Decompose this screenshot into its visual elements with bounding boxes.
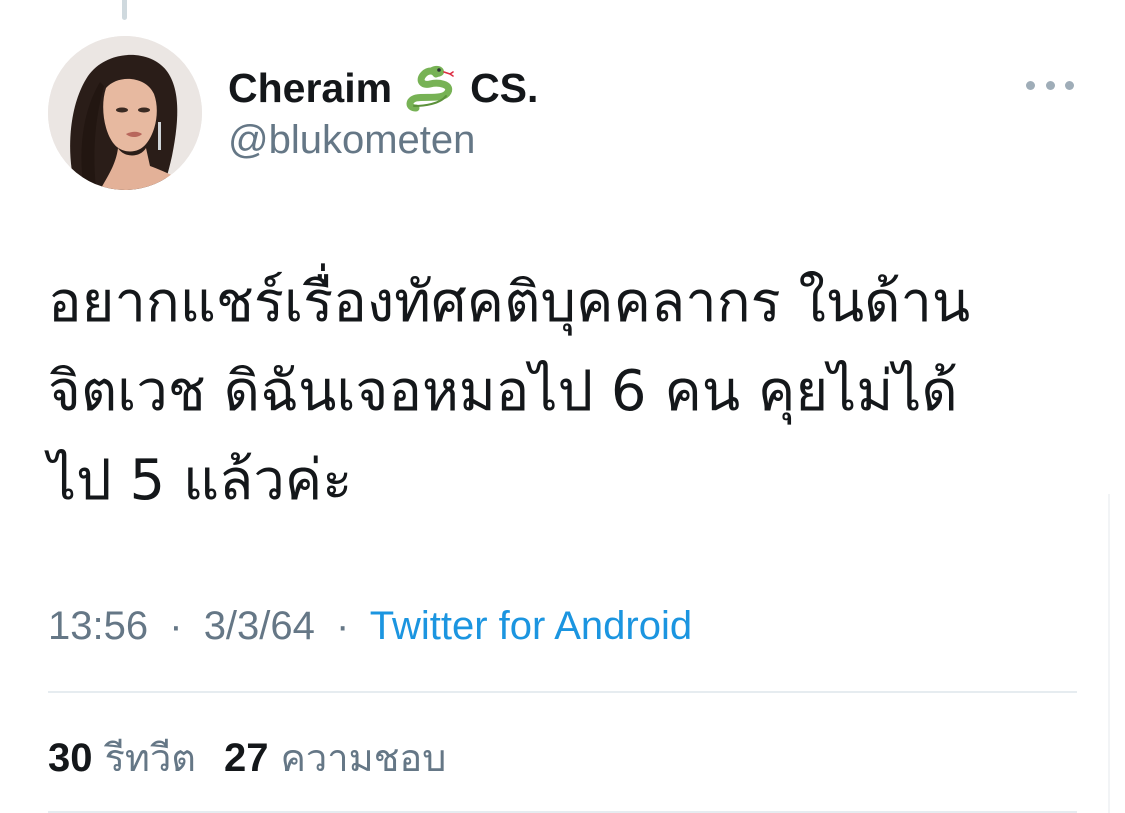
retweets-count: 30	[48, 736, 93, 780]
tweet-text: อยากแชร์เรื่องทัศคติบุคคลากร ในด้าน จิตเ…	[48, 258, 1088, 525]
display-name: Cheraim	[228, 64, 393, 111]
likes-count: 27	[223, 736, 269, 780]
snake-emoji-icon	[404, 62, 458, 114]
avatar-image	[48, 36, 202, 190]
tweet-source-link[interactable]: Twitter for Android	[370, 604, 692, 648]
more-dot	[1045, 80, 1055, 90]
meta-separator: ·	[336, 604, 350, 648]
meta-separator: ·	[169, 604, 183, 648]
likes-stat[interactable]: 27 ความชอบ	[224, 727, 446, 788]
tweet-date[interactable]: 3/3/64	[204, 604, 315, 648]
tweet-stats: 30 รีทวีต 27 ความชอบ	[48, 727, 474, 788]
more-dot	[1065, 80, 1074, 90]
tweet-text-line: จิตเวช ดิฉันเจอหมอไป 6 คน คุยไม่ได้	[48, 359, 958, 424]
display-name-row[interactable]: Cheraim CS.	[228, 62, 538, 114]
thread-connector-line	[122, 0, 127, 20]
likes-label: ความชอบ	[280, 736, 447, 780]
tweet-text-line: อยากแชร์เรื่องทัศคติบุคคลากร ในด้าน	[48, 270, 971, 335]
retweets-label: รีทวีต	[104, 736, 196, 780]
retweets-stat[interactable]: 30 รีทวีต	[48, 727, 196, 788]
tweet-time[interactable]: 13:56	[48, 604, 148, 648]
tweet-text-line: ไป 5 แล้วค่ะ	[48, 448, 353, 513]
scroll-edge	[1108, 494, 1110, 813]
more-options-icon[interactable]	[1026, 72, 1074, 98]
user-handle[interactable]: @blukometen	[228, 118, 475, 163]
divider	[48, 691, 1077, 693]
more-dot	[1026, 80, 1035, 90]
avatar[interactable]	[48, 36, 202, 190]
tweet-meta: 13:56 · 3/3/64 · Twitter for Android	[48, 604, 692, 649]
display-name-suffix: CS.	[470, 64, 539, 111]
